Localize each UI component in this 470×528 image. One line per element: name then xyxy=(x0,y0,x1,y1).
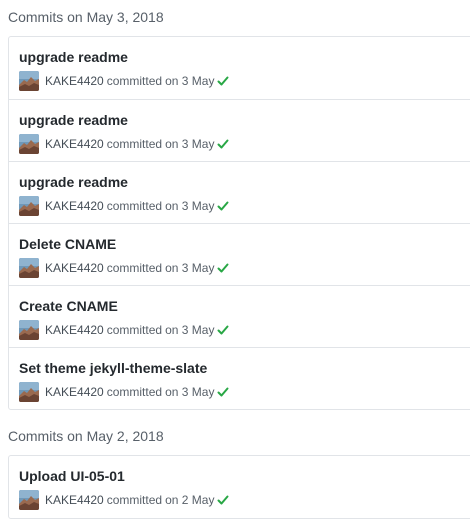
avatar[interactable] xyxy=(19,490,39,510)
commit-author-link[interactable]: KAKE4420 xyxy=(45,74,104,88)
commit-author-link[interactable]: KAKE4420 xyxy=(45,493,104,507)
commit-meta: KAKE4420 committed on 3 May xyxy=(19,71,229,91)
commit-list: upgrade readme KAKE4420 committed on 3 M… xyxy=(8,36,470,410)
commit-author-link[interactable]: KAKE4420 xyxy=(45,137,104,151)
commit-message-link[interactable]: Upload UI-05-01 xyxy=(19,467,125,485)
commit-action: committed xyxy=(106,385,163,399)
check-icon[interactable] xyxy=(217,137,229,151)
commit-item: upgrade readme KAKE4420 committed on 3 M… xyxy=(9,161,470,223)
commit-action: committed xyxy=(106,199,163,213)
commit-item: upgrade readme KAKE4420 committed on 3 M… xyxy=(9,99,470,161)
avatar[interactable] xyxy=(19,196,39,216)
check-icon[interactable] xyxy=(217,261,229,275)
commit-author-link[interactable]: KAKE4420 xyxy=(45,385,104,399)
commit-item: Create CNAME KAKE4420 committed on 3 May xyxy=(9,285,470,347)
commit-list: Upload UI-05-01 KAKE4420 committed on 2 … xyxy=(8,455,470,519)
commit-action: committed xyxy=(106,323,163,337)
commit-group-header: Commits on May 3, 2018 xyxy=(8,9,164,25)
avatar[interactable] xyxy=(19,134,39,154)
commit-item: Upload UI-05-01 KAKE4420 committed on 2 … xyxy=(9,456,470,518)
commit-meta: KAKE4420 committed on 3 May xyxy=(19,320,229,340)
commit-date: on 3 May xyxy=(165,199,215,213)
check-icon[interactable] xyxy=(217,74,229,88)
commit-date: on 3 May xyxy=(165,137,215,151)
commit-date: on 2 May xyxy=(165,493,215,507)
commit-message-link[interactable]: Set theme jekyll-theme-slate xyxy=(19,359,207,377)
check-icon[interactable] xyxy=(217,199,229,213)
commit-date: on 3 May xyxy=(165,261,215,275)
commit-meta: KAKE4420 committed on 3 May xyxy=(19,196,229,216)
commit-date: on 3 May xyxy=(165,385,215,399)
commit-action: committed xyxy=(106,137,163,151)
avatar[interactable] xyxy=(19,258,39,278)
avatar[interactable] xyxy=(19,382,39,402)
commit-message-link[interactable]: Create CNAME xyxy=(19,297,118,315)
commit-meta: KAKE4420 committed on 3 May xyxy=(19,134,229,154)
avatar[interactable] xyxy=(19,71,39,91)
commit-author-link[interactable]: KAKE4420 xyxy=(45,261,104,275)
commit-author-link[interactable]: KAKE4420 xyxy=(45,323,104,337)
commit-item: Set theme jekyll-theme-slate KAKE4420 co… xyxy=(9,347,470,409)
commit-action: committed xyxy=(106,493,163,507)
commit-author-link[interactable]: KAKE4420 xyxy=(45,199,104,213)
check-icon[interactable] xyxy=(217,323,229,337)
check-icon[interactable] xyxy=(217,385,229,399)
commit-meta: KAKE4420 committed on 2 May xyxy=(19,490,229,510)
commit-date: on 3 May xyxy=(165,74,215,88)
commit-meta: KAKE4420 committed on 3 May xyxy=(19,382,229,402)
commit-item: Delete CNAME KAKE4420 committed on 3 May xyxy=(9,223,470,285)
commit-message-link[interactable]: upgrade readme xyxy=(19,173,128,191)
check-icon[interactable] xyxy=(217,493,229,507)
avatar[interactable] xyxy=(19,320,39,340)
commit-message-link[interactable]: upgrade readme xyxy=(19,48,128,66)
commit-message-link[interactable]: Delete CNAME xyxy=(19,235,116,253)
commit-message-link[interactable]: upgrade readme xyxy=(19,111,128,129)
commit-action: committed xyxy=(106,74,163,88)
commit-group-header: Commits on May 2, 2018 xyxy=(8,428,164,444)
commit-action: committed xyxy=(106,261,163,275)
commit-meta: KAKE4420 committed on 3 May xyxy=(19,258,229,278)
commit-item: upgrade readme KAKE4420 committed on 3 M… xyxy=(9,37,470,99)
commit-date: on 3 May xyxy=(165,323,215,337)
